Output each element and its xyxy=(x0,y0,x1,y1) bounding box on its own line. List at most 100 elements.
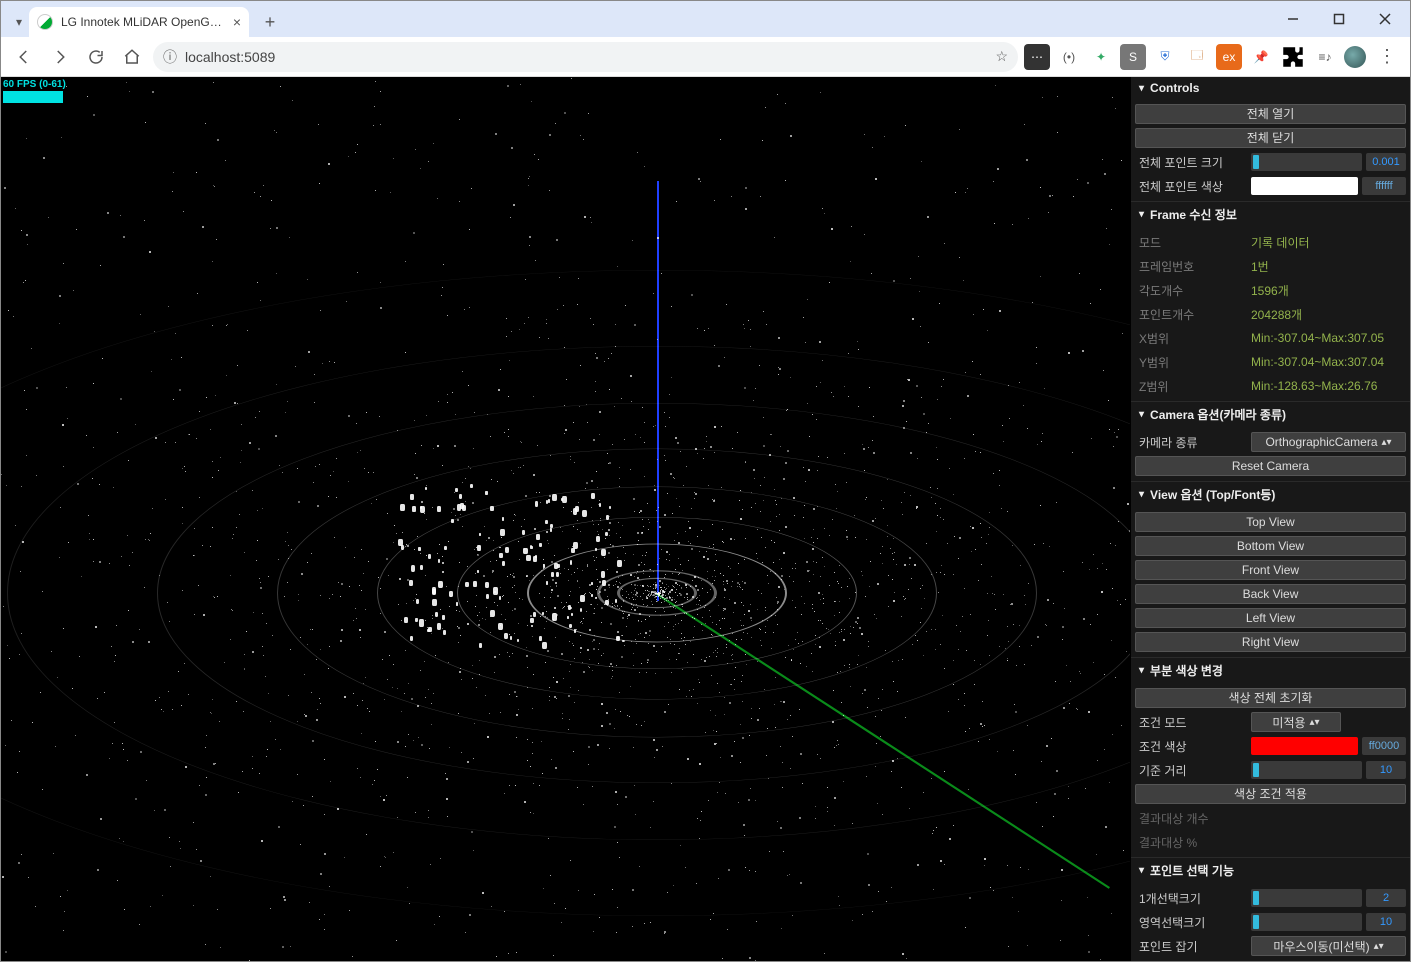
section-title: Camera 옵션(카메라 종류) xyxy=(1150,406,1286,423)
z-range-value: Min:-128.63~Max:26.76 xyxy=(1251,379,1406,393)
section-title: 부분 색상 변경 xyxy=(1150,662,1223,679)
reset-camera-button[interactable]: Reset Camera xyxy=(1135,456,1406,476)
front-view-button[interactable]: Front View xyxy=(1135,560,1406,580)
x-range-value: Min:-307.04~Max:307.05 xyxy=(1251,331,1406,345)
cond-color-label: 조건 색상 xyxy=(1135,738,1247,755)
area-select-slider[interactable] xyxy=(1251,913,1362,931)
mode-label: 모드 xyxy=(1135,234,1247,251)
point-snap-select[interactable]: 마우스이동(미선택) ▴▾ xyxy=(1251,936,1406,956)
point-size-slider[interactable] xyxy=(1251,153,1362,171)
back-button[interactable] xyxy=(9,42,39,72)
close-all-button[interactable]: 전체 닫기 xyxy=(1135,128,1406,148)
x-range-label: X범위 xyxy=(1135,330,1247,347)
apply-color-button[interactable]: 색상 조건 적용 xyxy=(1135,784,1406,804)
result-count-label: 결과대상 개수 xyxy=(1135,810,1247,827)
left-view-button[interactable]: Left View xyxy=(1135,608,1406,628)
section-view-header[interactable]: ▾ View 옵션 (Top/Font등) xyxy=(1131,482,1410,507)
section-title: View 옵션 (Top/Font등) xyxy=(1150,486,1275,503)
point-color-hex[interactable]: ffffff xyxy=(1362,177,1406,195)
home-button[interactable] xyxy=(117,42,147,72)
profile-avatar[interactable] xyxy=(1344,46,1366,68)
open-all-button[interactable]: 전체 열기 xyxy=(1135,104,1406,124)
lidar-canvas[interactable]: 60 FPS (0-61) xyxy=(1,77,1130,961)
frame-no-label: 프레임번호 xyxy=(1135,258,1247,275)
angle-count-value: 1596개 xyxy=(1251,282,1406,299)
extension-icon[interactable]: ⋯ xyxy=(1024,44,1050,70)
cond-mode-select[interactable]: 미적용 ▴▾ xyxy=(1251,712,1341,732)
single-select-value[interactable]: 2 xyxy=(1366,889,1406,907)
fps-bar xyxy=(3,91,63,103)
close-tab-icon[interactable]: × xyxy=(233,14,241,30)
extension-icon[interactable]: ex xyxy=(1216,44,1242,70)
cond-mode-label: 조건 모드 xyxy=(1135,714,1247,731)
cond-mode-value: 미적용 xyxy=(1272,714,1305,731)
extension-icon[interactable]: S xyxy=(1120,44,1146,70)
right-view-button[interactable]: Right View xyxy=(1135,632,1406,652)
base-dist-value[interactable]: 10 xyxy=(1366,761,1406,779)
updown-icon: ▴▾ xyxy=(1374,941,1384,952)
camera-type-value: OrthographicCamera xyxy=(1265,435,1377,449)
y-range-label: Y범위 xyxy=(1135,354,1247,371)
point-color-label: 전체 포인트 색상 xyxy=(1135,178,1247,195)
fps-counter: 60 FPS (0-61) xyxy=(3,79,66,90)
cond-color-hex[interactable]: ff0000 xyxy=(1362,737,1406,755)
browser-menu-icon[interactable]: ⋮ xyxy=(1372,46,1402,67)
media-control-icon[interactable]: ≡♪ xyxy=(1312,44,1338,70)
extension-icon[interactable]: (•) xyxy=(1056,44,1082,70)
section-camera-header[interactable]: ▾ Camera 옵션(카메라 종류) xyxy=(1131,402,1410,427)
reset-all-color-button[interactable]: 색상 전체 초기화 xyxy=(1135,688,1406,708)
back-view-button[interactable]: Back View xyxy=(1135,584,1406,604)
browser-tab[interactable]: LG Innotek MLiDAR OpenGL V × xyxy=(29,7,249,37)
reload-button[interactable] xyxy=(81,42,111,72)
control-panel: ▾Controls 전체 열기 전체 닫기 전체 포인트 크기 0.001 전체… xyxy=(1130,77,1410,961)
section-controls-header[interactable]: ▾Controls xyxy=(1131,77,1410,99)
section-partcolor-header[interactable]: ▾부분 색상 변경 xyxy=(1131,658,1410,683)
forward-button[interactable] xyxy=(45,42,75,72)
result-pct-label: 결과대상 % xyxy=(1135,834,1247,851)
maximize-button[interactable] xyxy=(1318,5,1360,33)
favicon-icon xyxy=(37,14,53,30)
section-frame-header[interactable]: ▾ Frame 수신 정보 xyxy=(1131,202,1410,227)
base-dist-slider[interactable] xyxy=(1251,761,1362,779)
extension-icon[interactable]: 🗔 xyxy=(1184,44,1210,70)
updown-icon: ▴▾ xyxy=(1310,717,1320,728)
site-info-icon[interactable]: ⓘ xyxy=(163,47,177,67)
z-range-label: Z범위 xyxy=(1135,378,1247,395)
extensions-menu-icon[interactable] xyxy=(1280,44,1306,70)
bookmark-icon[interactable]: ☆ xyxy=(995,48,1008,65)
section-title: 포인트 선택 기능 xyxy=(1150,862,1234,879)
chevron-down-icon: ▾ xyxy=(1139,489,1144,500)
tab-title: LG Innotek MLiDAR OpenGL V xyxy=(61,15,225,29)
cond-color-swatch[interactable] xyxy=(1251,737,1358,755)
camera-type-select[interactable]: OrthographicCamera ▴▾ xyxy=(1251,432,1406,452)
extension-shield-icon[interactable]: ⛨ xyxy=(1152,44,1178,70)
frame-no-value: 1번 xyxy=(1251,258,1406,275)
section-pointsel-header[interactable]: ▾포인트 선택 기능 xyxy=(1131,858,1410,883)
point-color-swatch[interactable] xyxy=(1251,177,1358,195)
new-tab-button[interactable]: + xyxy=(257,9,283,35)
base-dist-label: 기준 거리 xyxy=(1135,762,1247,779)
extension-icon[interactable]: ✦ xyxy=(1088,44,1114,70)
section-title: Frame 수신 정보 xyxy=(1150,206,1237,223)
point-snap-value: 마우스이동(미선택) xyxy=(1273,938,1369,955)
section-title: Controls xyxy=(1150,81,1199,95)
camera-type-label: 카메라 종류 xyxy=(1135,434,1247,451)
chevron-down-icon: ▾ xyxy=(1139,409,1144,420)
bottom-view-button[interactable]: Bottom View xyxy=(1135,536,1406,556)
tab-dropdown-icon[interactable]: ▾ xyxy=(9,15,29,29)
address-bar[interactable]: ⓘ localhost:5089 ☆ xyxy=(153,42,1018,72)
updown-icon: ▴▾ xyxy=(1382,437,1392,448)
minimize-button[interactable] xyxy=(1272,5,1314,33)
point-count-value: 204288개 xyxy=(1251,306,1406,323)
top-view-button[interactable]: Top View xyxy=(1135,512,1406,532)
point-size-value[interactable]: 0.001 xyxy=(1366,153,1406,171)
point-count-label: 포인트개수 xyxy=(1135,306,1247,323)
point-size-label: 전체 포인트 크기 xyxy=(1135,154,1247,171)
area-select-value[interactable]: 10 xyxy=(1366,913,1406,931)
close-window-button[interactable] xyxy=(1364,5,1406,33)
lidar-ring xyxy=(1,270,1130,916)
angle-count-label: 각도개수 xyxy=(1135,282,1247,299)
single-select-slider[interactable] xyxy=(1251,889,1362,907)
pin-icon[interactable]: 📌 xyxy=(1248,44,1274,70)
chevron-down-icon: ▾ xyxy=(1139,209,1144,220)
